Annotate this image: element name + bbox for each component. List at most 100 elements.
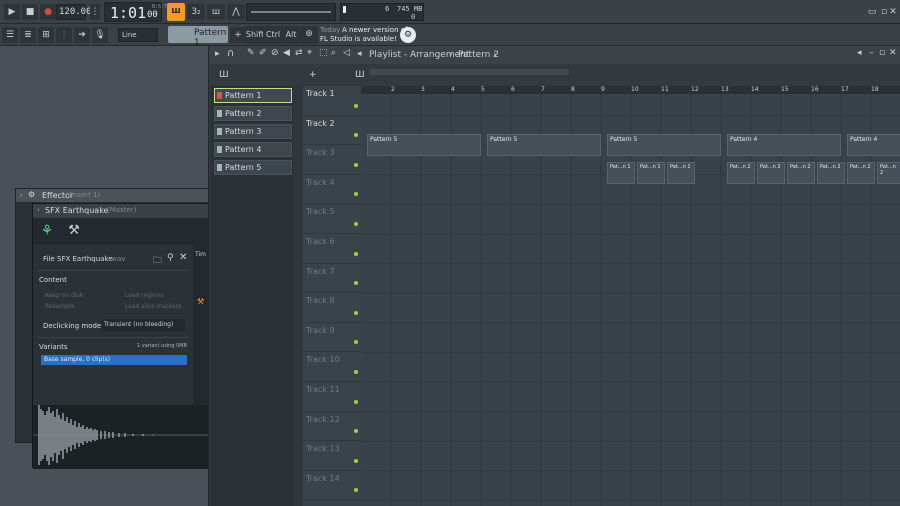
stop-icon[interactable]: ■ [22,4,38,20]
tempo-options-icon[interactable]: ⋮ [90,4,100,20]
pattern-clip[interactable]: Pat...n 2 [817,162,845,184]
channel-titlebar[interactable]: › SFX Earthquake (Master) [33,204,209,218]
track-led[interactable] [354,103,358,108]
browser-arrow-icon[interactable]: ➔ [74,27,90,43]
slip-icon[interactable]: ⇄ [295,48,303,58]
channel-arrow-icon[interactable]: › [37,206,40,214]
pattern-clip[interactable]: Pat...n 1 [607,162,635,184]
track-header[interactable]: Track 1 [303,86,361,116]
track-led[interactable] [354,162,358,167]
ctrl-key-button[interactable]: Ctrl [263,26,283,44]
zoom-icon[interactable]: ⌕ [331,48,336,58]
pattern-clip[interactable]: Pattern 5 [607,134,721,156]
effector-titlebar[interactable]: › ⚙ Effector (Insert 1) [16,189,209,202]
alt-key-button[interactable]: Alt [282,26,300,44]
track-header[interactable]: Track 11 [303,382,361,412]
folder-icon[interactable]: 🗀 [153,253,162,269]
volume-slider[interactable] [251,11,331,13]
microphone-icon[interactable]: 🎙 [92,27,108,43]
expand-arrow-icon[interactable]: › [20,191,23,199]
playlist-grid[interactable]: 2 3 4 5 6 7 8 9 10 11 12 13 14 15 16 17 … [361,86,900,506]
track-led[interactable] [354,192,358,197]
keep-on-disk-option[interactable]: Keep on disk [45,292,83,299]
track-header[interactable]: Track 12 [303,411,361,442]
playlist-close-icon[interactable]: ✕ [889,48,897,58]
pattern-clip[interactable]: Pat...n 2 [727,162,755,184]
snap-selector[interactable]: Line [118,28,158,42]
track-header[interactable]: Track 14 [303,470,361,501]
pattern-clip[interactable]: Pattern 5 [367,134,481,156]
magnet-icon[interactable]: ∩ [227,48,234,59]
options-arrow-icon[interactable]: ◂ [357,49,362,59]
mute-icon[interactable]: ◀ [283,48,290,58]
pattern-clip[interactable]: Pat...n 1 [637,162,665,184]
track-header[interactable]: Track 7 [303,263,361,294]
horizontal-scrollbar[interactable] [369,69,569,75]
load-slice-markers-option[interactable]: Load slice markers [125,303,181,310]
pattern-clip[interactable]: Pat...n 2 [787,162,815,184]
pattern-item[interactable]: Pattern 4 [214,142,292,157]
delete-icon[interactable]: ⊘ [271,48,279,58]
track-led[interactable] [354,310,358,315]
mixer-icon[interactable]: ⫶ [56,27,72,43]
pattern-item[interactable]: Pattern 3 [214,124,292,139]
fl-update-icon[interactable]: ⚙ [400,27,416,43]
time-selection-icon[interactable]: Ш [355,70,365,80]
play-icon[interactable]: ▶ [4,4,20,20]
brush-icon[interactable]: ✐ [259,48,267,58]
playlist-minimize-icon[interactable]: – [869,48,874,58]
waveform-display[interactable] [33,405,209,469]
pattern-clip[interactable]: Pat...n 2 [847,162,875,184]
playback-icon[interactable]: ◁ [343,48,350,58]
time-display[interactable]: 1:01 00 B:S:T [104,2,167,22]
pattern-item[interactable]: Pattern 1 [214,88,292,103]
playlist-icon[interactable]: ☰ [2,27,18,43]
wrench-tab-icon[interactable]: ⚒ [65,223,83,241]
track-led[interactable] [354,458,358,463]
pattern-clip[interactable]: Pattern 4 [847,134,900,156]
channel-rack-icon[interactable]: ⊞ [38,27,54,43]
track-header[interactable]: Track 6 [303,234,361,264]
slice-icon[interactable]: ⌖ [307,48,312,58]
resample-option[interactable]: Resample [45,303,74,310]
pattern-song-toggle-icon[interactable]: ш [167,3,185,21]
load-regions-option[interactable]: Load regions [125,292,163,299]
pattern-picker-icon[interactable]: Ш [219,70,229,80]
track-header[interactable]: Track 13 [303,441,361,471]
track-led[interactable] [354,281,358,286]
playlist-menu-icon[interactable]: ◂ [857,48,862,58]
metronome-icon[interactable]: 3₂ [187,4,205,20]
select-icon[interactable]: ⬚ [319,48,328,58]
pin-icon[interactable]: ⚲ [167,253,174,263]
timeline-ruler[interactable]: 2 3 4 5 6 7 8 9 10 11 12 13 14 15 16 17 … [361,86,900,94]
pattern-clip[interactable]: Pat...n 1 [667,162,695,184]
pencil-icon[interactable]: ✎ [247,48,255,58]
wrench-icon[interactable]: ⚒ [197,297,204,306]
close-icon[interactable]: ✕ [888,4,898,20]
pattern-clip[interactable]: Pat...n 2 [877,162,900,184]
pattern-item[interactable]: Pattern 5 [214,160,292,175]
track-header[interactable]: Track 4 [303,174,361,205]
online-icon[interactable]: ⊛ [300,26,318,44]
track-led[interactable] [354,488,358,493]
declicking-mode-select[interactable]: Transient (no bleeding) [101,319,185,331]
playlist-maximize-icon[interactable]: ▫ [879,48,885,58]
wait-for-input-icon[interactable]: ш [207,4,225,20]
track-header[interactable]: Track 10 [303,352,361,382]
add-track-icon[interactable]: + [309,70,317,80]
add-pattern-icon[interactable]: + [230,27,246,43]
tempo-display[interactable]: 120.000 [56,4,97,20]
pattern-clip[interactable]: Pat...n 2 [757,162,785,184]
file-close-icon[interactable]: ✕ [179,252,187,263]
pattern-clip[interactable]: Pattern 4 [727,134,841,156]
track-led[interactable] [354,399,358,404]
track-led[interactable] [354,340,358,345]
playlist-titlebar[interactable]: ▸ ∩ ✎ ✐ ⊘ ◀ ⇄ ⌖ ⬚ ⌕ ◁ ◂ Playlist - Arran… [209,46,900,64]
pattern-clip[interactable]: Pattern 5 [487,134,601,156]
track-header[interactable]: Track 9 [303,322,361,353]
shift-key-button[interactable]: Shift [245,26,265,44]
pattern-selector[interactable]: Pattern 1 [168,26,228,48]
variant-list-item[interactable]: Base sample, 0 clip(s) [41,355,187,365]
track-led[interactable] [354,133,358,138]
track-led[interactable] [354,221,358,226]
